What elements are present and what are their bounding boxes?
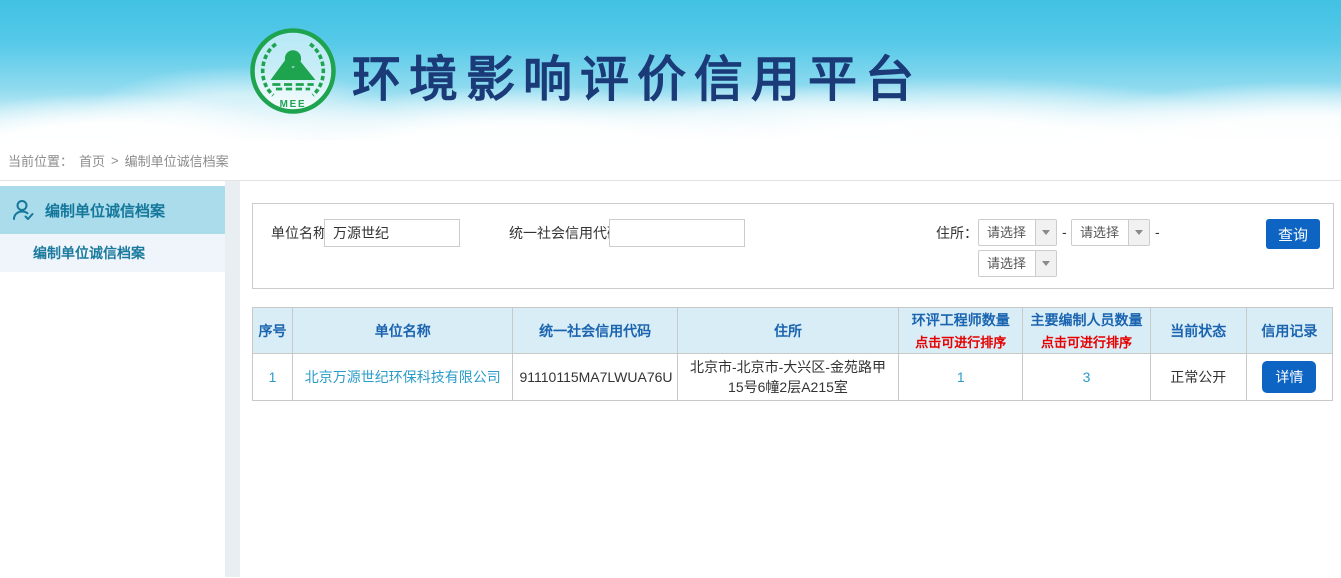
sidebar: 编制单位诚信档案 编制单位诚信档案 [0,181,225,577]
sort-hint: 点击可进行排序 [901,332,1020,351]
breadcrumb-separator: > [111,153,119,168]
engineer-count-cell: 1 [899,354,1023,401]
address-cell: 北京市-北京市-大兴区-金苑路甲15号6幢2层A215室 [677,354,898,401]
row-index: 1 [253,354,293,401]
address-city-select[interactable]: 请选择 [1071,219,1150,246]
sidebar-divider [225,181,240,577]
address-dash: - [1155,219,1160,246]
unit-name-link[interactable]: 北京万源世纪环保科技有限公司 [305,369,501,385]
col-header-credit-code: 统一社会信用代码 [513,308,677,354]
breadcrumb-current: 编制单位诚信档案 [125,151,229,170]
mee-logo-icon: MEE [248,25,338,117]
credit-code-input[interactable] [609,219,745,247]
col-header-credit-record: 信用记录 [1246,308,1332,354]
table-row: 1 北京万源世纪环保科技有限公司 91110115MA7LWUA76U 北京市-… [253,354,1333,401]
sidebar-subitem-label: 编制单位诚信档案 [33,243,145,263]
unit-name-input[interactable] [324,219,460,247]
chevron-down-icon [1128,220,1149,245]
col-header-unit-name: 单位名称 [293,308,513,354]
chevron-down-icon [1035,220,1056,245]
breadcrumb-prefix: 当前位置： [8,151,73,170]
user-check-icon [10,197,36,223]
breadcrumb: 当前位置： 首页 > 编制单位诚信档案 [0,140,1341,181]
unit-name-cell: 北京万源世纪环保科技有限公司 [293,354,513,401]
main-panel: 单位名称： 统一社会信用代码： 住所： 请选择 - 请选择 - 请选择 查询 [240,181,1341,577]
col-header-index: 序号 [253,308,293,354]
credit-record-cell: 详情 [1246,354,1332,401]
credit-code-cell: 91110115MA7LWUA76U [513,354,677,401]
address-dash: - [1062,219,1067,246]
status-cell: 正常公开 [1150,354,1246,401]
select-value: 请选择 [1072,220,1128,245]
staff-count-link[interactable]: 3 [1083,369,1091,385]
address-province-select[interactable]: 请选择 [978,219,1057,246]
content-area: 编制单位诚信档案 编制单位诚信档案 单位名称： 统一社会信用代码： 住所： 请选… [0,181,1341,577]
col-header-status: 当前状态 [1150,308,1246,354]
sidebar-subitem-credit-archive[interactable]: 编制单位诚信档案 [0,234,225,272]
select-value: 请选择 [979,220,1035,245]
col-header-address: 住所 [677,308,898,354]
sort-hint: 点击可进行排序 [1025,332,1147,351]
chevron-down-icon [1035,251,1056,276]
col-header-staff-count-sort[interactable]: 主要编制人员数量 点击可进行排序 [1023,308,1150,354]
sidebar-item-label: 编制单位诚信档案 [45,200,165,221]
table-header-row: 序号 单位名称 统一社会信用代码 住所 环评工程师数量 点击可进行排序 主要编制… [253,308,1333,354]
breadcrumb-home-link[interactable]: 首页 [79,151,105,170]
search-form: 单位名称： 统一社会信用代码： 住所： 请选择 - 请选择 - 请选择 查询 [252,203,1334,289]
engineer-count-link[interactable]: 1 [957,369,965,385]
col-header-engineer-count-sort[interactable]: 环评工程师数量 点击可进行排序 [899,308,1023,354]
col-header-label: 环评工程师数量 [901,310,1020,330]
select-value: 请选择 [979,251,1035,276]
staff-count-cell: 3 [1023,354,1150,401]
logo-text: MEE [280,99,307,110]
sidebar-item-credit-archive[interactable]: 编制单位诚信档案 [0,186,225,234]
address-district-select[interactable]: 请选择 [978,250,1057,277]
page-title: 环境影响评价信用平台 [352,40,922,111]
site-header: MEE 环境影响评价信用平台 [0,0,1341,140]
search-button[interactable]: 查询 [1266,219,1320,249]
detail-button[interactable]: 详情 [1262,361,1316,393]
address-label: 住所： [936,219,978,247]
results-table: 序号 单位名称 统一社会信用代码 住所 环评工程师数量 点击可进行排序 主要编制… [252,307,1333,401]
col-header-label: 主要编制人员数量 [1025,310,1147,330]
